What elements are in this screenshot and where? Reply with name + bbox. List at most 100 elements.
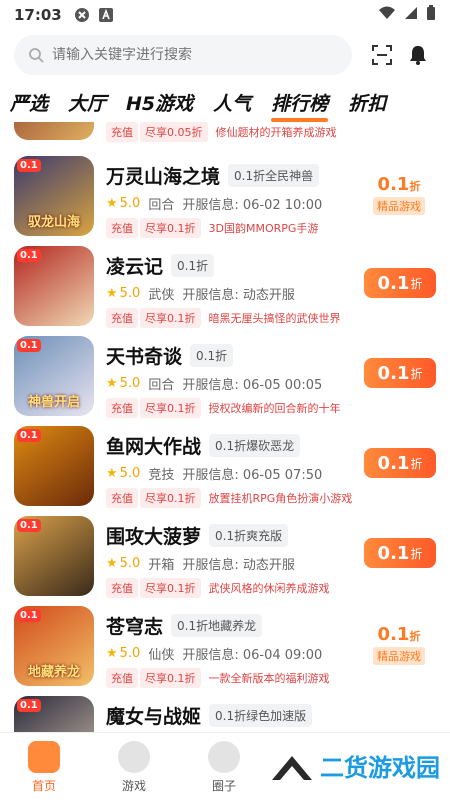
bell-icon[interactable] [400, 37, 436, 73]
battery-icon [426, 5, 436, 25]
discount-badge[interactable]: 0.1折 精品游戏 [366, 166, 432, 222]
zero-one-badge: 0.1 [17, 609, 41, 622]
discount-button[interactable]: 0.1 折 [364, 268, 436, 298]
list-item[interactable]: 0.1 鱼网大作战 0.1折爆砍恶龙 ★ 5.0 竞技 开服信息: 06-05 … [0, 418, 450, 508]
promo-line: 充值 尽享0.05折 修仙题材的开箱养成游戏 [106, 122, 337, 142]
game-genre: 回合 [148, 378, 175, 393]
promo-recharge: 充值 [106, 218, 138, 238]
game-rating: 5.0 [119, 196, 141, 211]
game-thumbnail: 0.1 [14, 426, 94, 506]
server-info: 开服信息: 06-02 10:00 [182, 198, 323, 213]
gamepad-icon [28, 741, 60, 773]
nav-games[interactable]: 游戏 [104, 741, 164, 794]
list-item[interactable]: 0.1 驭龙山海 万灵山海之境 0.1折全民神兽 ★ 5.0 回合 开服信息: … [0, 148, 450, 238]
star-icon: ★ [106, 466, 118, 481]
game-title: 围攻大菠萝 [106, 526, 202, 548]
game-description: 3D国韵MMORPG手游 [208, 222, 319, 235]
discount-button[interactable]: 0.1 折 [364, 538, 436, 568]
server-info: 开服信息: 动态开服 [182, 558, 295, 573]
discount-button[interactable]: 0.1 折 [364, 358, 436, 388]
app-a-icon [98, 7, 114, 23]
game-rating: 5.0 [119, 646, 141, 661]
zero-one-badge: 0.1 [17, 339, 41, 352]
star-icon: ★ [106, 556, 118, 571]
game-description: 一款全新版本的福利游戏 [208, 672, 330, 685]
badge-label: 精品游戏 [373, 646, 425, 665]
game-icon [118, 741, 150, 773]
discount-button[interactable]: 0.1 折 [364, 448, 436, 478]
game-description: 授权改编新的回合新的十年 [208, 402, 341, 415]
zero-one-badge: 0.1 [17, 159, 41, 172]
star-icon: ★ [106, 196, 118, 211]
list-item[interactable]: 0.1 凌云记 0.1折 ★ 5.0 武侠 开服信息: 动态开服 充值 尽享0.… [0, 238, 450, 328]
list-item[interactable]: 0.1 神兽开启 天书奇谈 0.1折 ★ 5.0 回合 开服信息: 06-05 … [0, 328, 450, 418]
game-thumbnail: 0.1 [14, 696, 94, 732]
game-rating: 5.0 [119, 286, 141, 301]
nav-home[interactable]: 首页 [14, 741, 74, 794]
server-info: 开服信息: 动态开服 [182, 288, 295, 303]
zero-one-badge: 0.1 [17, 519, 41, 532]
server-info: 开服信息: 06-05 00:05 [182, 378, 323, 393]
list-item[interactable]: 0.1 围攻大菠萝 0.1折爽充版 ★ 5.0 开箱 开服信息: 动态开服 充值… [0, 508, 450, 598]
search-box[interactable] [14, 35, 352, 75]
promo-discount: 尽享0.1折 [140, 578, 201, 598]
game-rating: 5.0 [119, 466, 141, 481]
list-item[interactable]: 0.1 地藏养龙 苍穹志 0.1折地藏养龙 ★ 5.0 仙侠 开服信息: 06-… [0, 598, 450, 688]
game-title: 天书奇谈 [106, 346, 183, 368]
list-item[interactable]: 0.1 魔女与战姬 0.1折绿色加速版 [0, 688, 450, 732]
game-thumbnail: 0.1 [14, 516, 94, 596]
category-tabs: 严选 大厅 H5游戏 人气 排行榜 折扣 [10, 84, 440, 122]
search-icon [28, 47, 44, 63]
game-description: 武侠风格的休闲养成游戏 [208, 582, 330, 595]
search-input[interactable] [52, 47, 338, 63]
thumbnail-text: 神兽开启 [27, 395, 80, 410]
promo-discount: 尽享0.1折 [140, 488, 201, 508]
game-genre: 竞技 [148, 468, 175, 483]
game-tag: 0.1折 [171, 254, 215, 277]
promo-recharge: 充值 [106, 578, 138, 598]
game-genre: 回合 [148, 198, 175, 213]
tab-dating[interactable]: 大厅 [68, 89, 106, 116]
game-tag: 0.1折 [190, 344, 234, 367]
game-genre: 开箱 [148, 558, 175, 573]
tab-renqi[interactable]: 人气 [213, 89, 251, 116]
game-thumbnail: 0.1 神兽开启 [14, 336, 94, 416]
game-tag: 0.1折爽充版 [209, 524, 289, 547]
nav-circle[interactable]: 圈子 [194, 741, 254, 794]
tab-ranking[interactable]: 排行榜 [271, 89, 329, 122]
game-thumbnail: 0.1 [14, 246, 94, 326]
circle-icon [208, 741, 240, 773]
thumbnail-text: 地藏养龙 [27, 665, 80, 680]
star-icon: ★ [106, 376, 118, 391]
promo-recharge: 充值 [106, 398, 138, 418]
promo-recharge: 充值 [106, 668, 138, 688]
status-bar: 17:03 [0, 0, 450, 30]
game-list: 充值 尽享0.05折 修仙题材的开箱养成游戏 0.1 驭龙山海 万灵山海之境 0… [0, 122, 450, 732]
star-icon: ★ [106, 286, 118, 301]
thumbnail-text: 驭龙山海 [27, 215, 80, 230]
promo-recharge: 充值 [106, 488, 138, 508]
zero-one-badge: 0.1 [17, 249, 41, 262]
game-rating: 5.0 [119, 376, 141, 391]
server-info: 开服信息: 06-04 09:00 [182, 648, 323, 663]
status-time: 17:03 [14, 6, 62, 24]
watermark-text: 二货游戏园 [320, 754, 440, 782]
wifi-icon [378, 6, 396, 24]
game-title: 魔女与战姬 [106, 706, 202, 728]
zero-one-badge: 0.1 [17, 429, 41, 442]
promo-recharge: 充值 [106, 122, 138, 142]
promo-discount: 尽享0.1折 [140, 218, 201, 238]
tab-h5[interactable]: H5游戏 [126, 89, 193, 116]
close-icon [74, 7, 90, 23]
watermark: 二货游戏园 [270, 748, 440, 783]
tab-discount[interactable]: 折扣 [348, 89, 386, 116]
promo-discount: 尽享0.1折 [140, 398, 201, 418]
promo-discount: 尽享0.05折 [140, 122, 208, 142]
game-title: 苍穹志 [106, 616, 164, 638]
discount-badge[interactable]: 0.1折 精品游戏 [366, 616, 432, 672]
scan-icon[interactable] [364, 37, 400, 73]
tab-yanxuan[interactable]: 严选 [10, 89, 48, 116]
list-item-partial[interactable]: 充值 尽享0.05折 修仙题材的开箱养成游戏 [0, 122, 450, 142]
game-rating: 5.0 [119, 556, 141, 571]
game-genre: 仙侠 [148, 648, 175, 663]
